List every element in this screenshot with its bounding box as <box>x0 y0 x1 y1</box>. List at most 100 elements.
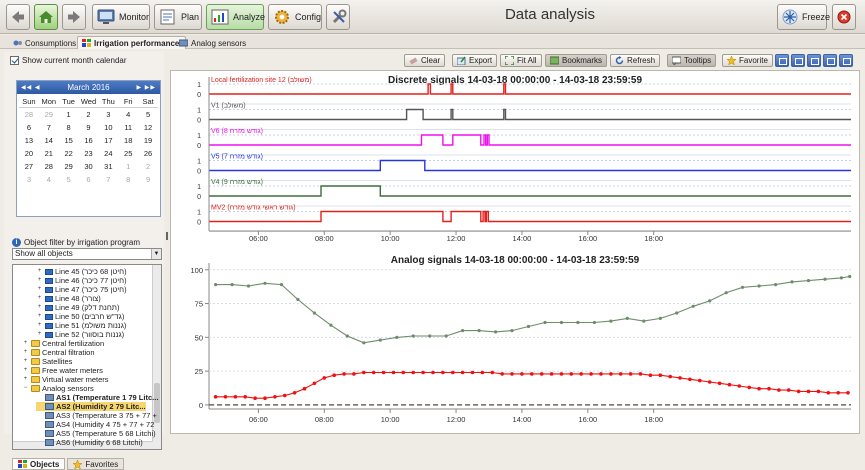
clear-button[interactable]: Clear <box>404 54 446 67</box>
expand-icon[interactable]: + <box>36 277 43 284</box>
calendar-day[interactable]: 22 <box>59 147 79 160</box>
config-button[interactable]: Config <box>268 4 322 30</box>
tooltips-button[interactable]: Tooltips <box>667 54 717 67</box>
calendar-day[interactable]: 3 <box>19 173 39 186</box>
view-layout-2-button[interactable] <box>791 54 805 67</box>
expand-icon[interactable]: + <box>22 367 29 374</box>
tree-item[interactable]: AS3 (Temperature 3 75 + 77 + <box>36 411 157 420</box>
expand-icon[interactable]: + <box>36 286 43 293</box>
chevron-down-icon[interactable]: ▼ <box>151 249 161 259</box>
calendar-day[interactable]: 8 <box>59 121 79 134</box>
expand-icon[interactable]: + <box>36 304 43 311</box>
tree-item[interactable]: + Line 50 (גד"ש חרבים) <box>36 312 125 321</box>
calendar-day[interactable]: 29 <box>39 108 59 121</box>
tree-item[interactable]: AS6 (Humidity 6 68 Litchi) <box>36 438 143 447</box>
refresh-button[interactable]: Refresh <box>610 54 661 67</box>
checkbox-checked-icon[interactable] <box>10 56 19 65</box>
calendar-day[interactable]: 7 <box>98 173 118 186</box>
plan-button[interactable]: Plan <box>154 4 202 30</box>
calendar-day[interactable]: 9 <box>79 121 99 134</box>
tree-item[interactable]: + Central filtration <box>22 348 95 357</box>
calendar-day[interactable]: 14 <box>39 134 59 147</box>
expand-icon[interactable]: + <box>22 340 29 347</box>
calendar-day[interactable]: 17 <box>98 134 118 147</box>
calendar-day[interactable]: 18 <box>118 134 138 147</box>
tree-item[interactable]: − Analog sensors <box>22 384 94 393</box>
tab-objects[interactable]: Objects <box>12 458 66 470</box>
calendar-day[interactable]: 16 <box>79 134 99 147</box>
collapse-icon[interactable]: − <box>22 385 29 392</box>
calendar-day[interactable]: 2 <box>138 160 158 173</box>
calendar-day[interactable]: 27 <box>19 160 39 173</box>
expand-icon[interactable]: + <box>22 349 29 356</box>
tree-item[interactable]: + Satellites <box>22 357 73 366</box>
expand-icon[interactable]: + <box>36 268 43 275</box>
calendar-day[interactable]: 28 <box>19 108 39 121</box>
favorite-button[interactable]: Favorite <box>722 54 773 67</box>
tree-item[interactable]: + Line 51 (גננות משולמ) <box>36 321 127 330</box>
view-layout-3-button[interactable] <box>807 54 821 67</box>
view-layout-4-button[interactable] <box>823 54 837 67</box>
charts-canvas[interactable]: Discrete signals 14-03-18 00:00:00 - 14-… <box>171 71 859 433</box>
show-calendar-checkbox[interactable]: Show current month calendar <box>10 56 127 65</box>
calendar-day[interactable]: 2 <box>79 108 99 121</box>
tree-item[interactable]: AS5 (Temperature 5 68 Litchi) <box>36 429 156 438</box>
calendar-day[interactable]: 24 <box>98 147 118 160</box>
back-button[interactable] <box>6 4 30 30</box>
calendar-day[interactable]: 6 <box>79 173 99 186</box>
calendar-day[interactable]: 5 <box>59 173 79 186</box>
calendar-day[interactable]: 29 <box>59 160 79 173</box>
tree-item[interactable]: + Line 48 (צורר) <box>36 294 101 303</box>
object-filter-select[interactable]: Show all objects ▼ <box>12 248 162 260</box>
view-layout-1-button[interactable] <box>775 54 789 67</box>
tree-item[interactable]: + Line 47 (חיטן 75 כיכר) <box>36 285 127 294</box>
calendar-day[interactable]: 15 <box>59 134 79 147</box>
calendar-day[interactable]: 11 <box>118 121 138 134</box>
calendar-day[interactable]: 10 <box>98 121 118 134</box>
calendar-prev-button[interactable]: ◀◀ ◀ <box>21 84 41 91</box>
tab-analog-sensors[interactable]: Analog sensors <box>174 36 253 49</box>
calendar-day[interactable]: 3 <box>98 108 118 121</box>
tools-button[interactable] <box>326 4 350 30</box>
tab-favorites[interactable]: Favorites <box>67 458 125 470</box>
calendar-day[interactable]: 28 <box>39 160 59 173</box>
tree-item[interactable]: AS4 (Humidity 4 75 + 77 + 72 <box>36 420 154 429</box>
calendar-day[interactable]: 6 <box>19 121 39 134</box>
home-button[interactable] <box>34 4 58 30</box>
calendar-day[interactable]: 20 <box>19 147 39 160</box>
expand-icon[interactable]: + <box>36 322 43 329</box>
panel-splitter[interactable] <box>166 232 168 240</box>
bookmarks-button[interactable]: Bookmarks <box>545 54 608 67</box>
tree-item[interactable]: + Line 52 (גננות בוסוור) <box>36 330 124 339</box>
calendar-day[interactable]: 19 <box>138 134 158 147</box>
calendar-day[interactable]: 4 <box>118 108 138 121</box>
expand-icon[interactable]: + <box>22 358 29 365</box>
tree-item[interactable]: + Central fertilization <box>22 339 104 348</box>
expand-icon[interactable]: + <box>22 376 29 383</box>
close-button[interactable] <box>832 4 856 30</box>
calendar-day[interactable]: 23 <box>79 147 99 160</box>
analyze-button[interactable]: Analyze <box>206 4 265 30</box>
calendar-day[interactable]: 8 <box>118 173 138 186</box>
tree-item[interactable]: + Free water meters <box>22 366 103 375</box>
calendar-day[interactable]: 21 <box>39 147 59 160</box>
view-layout-5-button[interactable] <box>839 54 853 67</box>
tree-item[interactable]: + Line 49 (תחנת דלק) <box>36 303 120 312</box>
tree-item[interactable]: + Line 46 (חיטן 77 כיכר) <box>36 276 127 285</box>
calendar-day[interactable]: 1 <box>59 108 79 121</box>
calendar-day[interactable]: 9 <box>138 173 158 186</box>
monitor-button[interactable]: Monitor <box>92 4 150 30</box>
export-button[interactable]: Export <box>452 54 498 67</box>
calendar-day[interactable]: 5 <box>138 108 158 121</box>
calendar-day[interactable]: 25 <box>118 147 138 160</box>
expand-icon[interactable]: + <box>36 295 43 302</box>
freeze-button[interactable]: Freeze <box>777 4 830 30</box>
calendar-day[interactable]: 1 <box>118 160 138 173</box>
tree-item[interactable]: + Virtual water meters <box>22 375 109 384</box>
tree-item[interactable]: AS2 (Humidity 2 79 Litc... <box>36 402 146 411</box>
expand-icon[interactable]: + <box>36 313 43 320</box>
calendar-day[interactable]: 30 <box>79 160 99 173</box>
fit-all-button[interactable]: Fit All <box>500 54 542 67</box>
tab-irrigation-performance[interactable]: Irrigation performance <box>77 36 187 49</box>
calendar-day[interactable]: 4 <box>39 173 59 186</box>
